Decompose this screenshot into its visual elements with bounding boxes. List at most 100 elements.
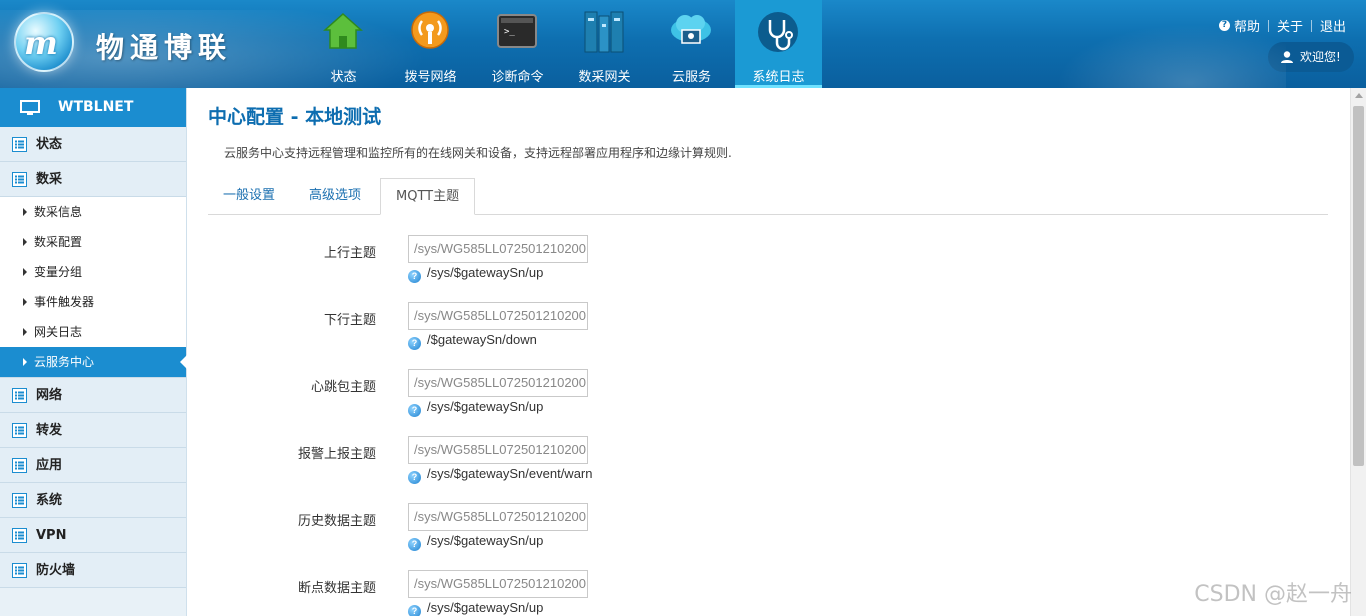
breakpoint-topic-input[interactable]: /sys/WG585LL072501210200 [408,570,588,598]
downlink-topic-label: 下行主题 [323,313,376,328]
list-icon [12,388,27,403]
uplink-topic-input[interactable]: /sys/WG585LL072501210200 [408,235,588,263]
list-icon [12,528,27,543]
help-icon: ? [408,538,421,551]
nav-status[interactable]: 状态 [300,0,387,88]
sidebar-group-vpn[interactable]: VPN [0,518,186,553]
tab-advanced[interactable]: 高级选项 [294,178,376,215]
alarm-topic-placeholder: /sys/WG585LL072501210200 [414,442,587,457]
sidebar-item-daq-info[interactable]: 数采信息 [0,197,186,227]
heartbeat-topic-label: 心跳包主题 [310,380,376,395]
brand-name: 物通博联 [96,31,233,64]
downlink-topic-input[interactable]: /sys/WG585LL072501210200 [408,302,588,330]
sidebar-group-daq[interactable]: 数采 [0,162,186,197]
heartbeat-topic-hint: ?/sys/$gatewaySn/up [408,399,543,417]
welcome-badge[interactable]: 欢迎您! [1268,42,1354,72]
alarm-topic-input[interactable]: /sys/WG585LL072501210200 [408,436,588,464]
breakpoint-topic-hint: ?/sys/$gatewaySn/up [408,600,543,616]
vertical-scrollbar[interactable] [1350,88,1366,616]
nav-dialup[interactable]: 拨号网络 [387,0,474,88]
top-links: ? 帮助 关于 退出 [1218,16,1346,35]
sidebar-group-network[interactable]: 网络 [0,378,186,413]
downlink-topic-placeholder: /sys/WG585LL072501210200 [414,308,587,323]
sidebar-item-gateway-log[interactable]: 网关日志 [0,317,186,347]
form-row-alarm: 报警上报主题 /sys/WG585LL072501210200 ?/sys/$g… [188,436,788,496]
history-topic-input[interactable]: /sys/WG585LL072501210200 [408,503,588,531]
list-icon [12,563,27,578]
sidebar-title: WTBLNET [58,99,134,115]
alarm-topic-hint: ?/sys/$gatewaySn/event/warn [408,466,592,484]
sidebar-item-variable-group[interactable]: 变量分组 [0,257,186,287]
downlink-topic-hint: ?/$gatewaySn/down [408,332,537,350]
nav-syslog-label: 系统日志 [752,70,805,85]
sidebar-header: WTBLNET [0,88,186,127]
scroll-thumb[interactable] [1353,106,1364,466]
breakpoint-topic-label: 断点数据主题 [297,581,376,596]
list-icon [12,137,27,152]
stethoscope-icon [758,12,798,52]
help-icon: ? [408,404,421,417]
logout-link[interactable]: 退出 [1320,16,1346,35]
divider [1310,19,1312,32]
tab-bar: 一般设置 高级选项 MQTT主题 [208,178,1328,215]
nav-gateway-label: 数采网关 [578,70,631,85]
form-row-breakpoint: 断点数据主题 /sys/WG585LL072501210200 ?/sys/$g… [188,570,788,616]
form-row-history: 历史数据主题 /sys/WG585LL072501210200 ?/sys/$g… [188,503,788,563]
help-link[interactable]: 帮助 [1234,16,1260,35]
tab-general[interactable]: 一般设置 [208,178,290,215]
sidebar-group-label: 系统 [36,493,63,508]
alarm-topic-label: 报警上报主题 [297,447,376,462]
sidebar-item-event-trigger[interactable]: 事件触发器 [0,287,186,317]
heartbeat-topic-placeholder: /sys/WG585LL072501210200 [414,375,587,390]
sidebar-group-system[interactable]: 系统 [0,483,186,518]
list-icon [12,172,27,187]
history-topic-hint: ?/sys/$gatewaySn/up [408,533,543,551]
sidebar-group-status[interactable]: 状态 [0,127,186,162]
sidebar-group-forward[interactable]: 转发 [0,413,186,448]
nav-cloud[interactable]: 云服务 [648,0,735,88]
divider [1267,19,1269,32]
about-link[interactable]: 关于 [1277,16,1303,35]
nav-gateway[interactable]: 数采网关 [561,0,648,88]
heartbeat-topic-input[interactable]: /sys/WG585LL072501210200 [408,369,588,397]
history-topic-label: 历史数据主题 [297,514,376,529]
sidebar-group-label: VPN [36,528,67,543]
list-icon [12,458,27,473]
tab-mqtt-topics[interactable]: MQTT主题 [380,178,476,215]
list-icon [12,493,27,508]
sidebar-item-daq-config[interactable]: 数采配置 [0,227,186,257]
nav-status-label: 状态 [330,70,357,85]
broadcast-icon [411,11,449,49]
house-icon [323,12,363,49]
sidebar-group-label: 状态 [36,137,63,152]
help-icon: ? [408,605,421,616]
form-row-downlink: 下行主题 /sys/WG585LL072501210200 ?/$gateway… [188,302,788,362]
sidebar-submenu: 数采信息 数采配置 变量分组 事件触发器 网关日志 云服务中心 [0,197,187,378]
nav-syslog[interactable]: 系统日志 [735,0,822,88]
sidebar-group-label: 数采 [36,172,63,187]
server-rack-icon [584,11,624,53]
nav-diagnostic-label: 诊断命令 [491,70,544,85]
main-content: 中心配置 - 本地测试 云服务中心支持远程管理和监控所有的在线网关和设备，支持远… [188,88,1350,616]
logo-icon: m [14,12,74,72]
sidebar-group-apps[interactable]: 应用 [0,448,186,483]
monitor-icon [20,100,40,115]
nav-dialup-label: 拨号网络 [404,70,457,85]
help-icon: ? [1218,20,1230,31]
uplink-topic-label: 上行主题 [323,246,376,261]
nav-cloud-label: 云服务 [671,70,711,85]
form-row-uplink: 上行主题 /sys/WG585LL072501210200 ?/sys/$gat… [188,235,788,295]
sidebar-group-label: 应用 [36,458,63,473]
sidebar-item-cloud-center[interactable]: 云服务中心 [0,347,187,377]
sidebar-group-label: 网络 [36,388,63,403]
scroll-up-arrow-icon[interactable] [1355,93,1363,98]
page-description: 云服务中心支持远程管理和监控所有的在线网关和设备，支持远程部署应用程序和边缘计算… [224,146,732,160]
top-header: m 物通博联 状态 拨号网络 >_ 诊断命令 数采网关 云服务 系统日志 ? 帮… [0,0,1366,88]
welcome-text: 欢迎您! [1300,50,1341,64]
terminal-icon: >_ [497,14,537,48]
nav-diagnostic[interactable]: >_ 诊断命令 [474,0,561,88]
sidebar-group-firewall[interactable]: 防火墙 [0,553,186,588]
help-icon: ? [408,270,421,283]
breakpoint-topic-placeholder: /sys/WG585LL072501210200 [414,576,587,591]
help-icon: ? [408,337,421,350]
